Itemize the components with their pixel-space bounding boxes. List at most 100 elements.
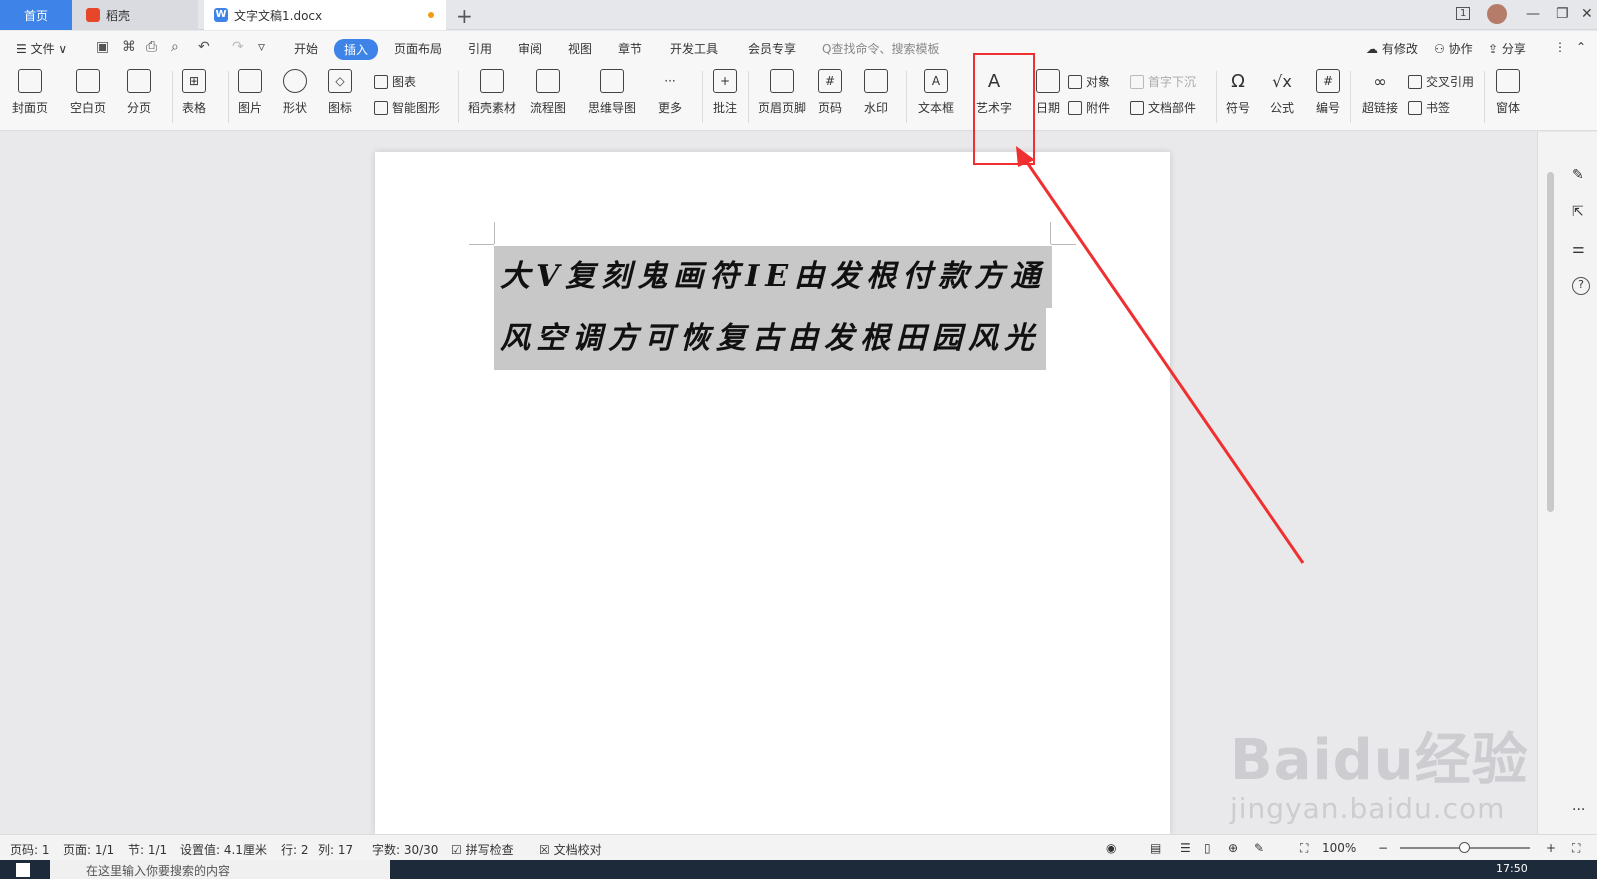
restore-button[interactable]: ❐	[1556, 6, 1569, 22]
eye-protection-icon[interactable]: ◉	[1106, 841, 1116, 855]
cross-reference-button[interactable]: 交叉引用	[1408, 73, 1474, 90]
print-preview-icon[interactable]: ⌕	[171, 39, 179, 55]
fit-page-icon[interactable]: ⛶	[1300, 841, 1308, 856]
shape-button[interactable]: 形状	[283, 69, 307, 116]
symbol-button[interactable]: Ω 符号	[1226, 69, 1250, 116]
header-footer-icon	[770, 69, 794, 93]
flowchart-button[interactable]: 流程图	[530, 69, 566, 116]
watermark-button[interactable]: 水印	[864, 69, 888, 116]
reading-view-icon[interactable]: ▯	[1204, 841, 1211, 855]
command-search-input[interactable]: Q查找命令、搜索模板	[822, 40, 939, 57]
daoke-material-button[interactable]: 稻壳素材	[468, 69, 516, 116]
zoom-out-icon[interactable]: −	[1378, 841, 1388, 855]
new-tab-button[interactable]: +	[456, 4, 473, 28]
share-button[interactable]: ⇪ 分享	[1488, 40, 1526, 57]
drop-cap-button[interactable]: 首字下沉	[1130, 73, 1196, 90]
header-footer-button[interactable]: 页眉页脚	[758, 69, 806, 116]
edit-pen-icon[interactable]: ✎	[1572, 167, 1590, 185]
status-page-number[interactable]: 页码: 1	[10, 841, 50, 858]
smart-shape-button[interactable]: 智能图形	[374, 99, 440, 116]
outline-view-icon[interactable]: ☰	[1180, 841, 1191, 855]
settings-sliders-icon[interactable]: ⚌	[1572, 241, 1590, 259]
numbering-button[interactable]: # 编号	[1316, 69, 1340, 116]
print-icon[interactable]: ⎙	[146, 39, 157, 55]
save-icon[interactable]: ▣	[96, 39, 109, 55]
text-box-button[interactable]: A 文本框	[918, 69, 954, 116]
document-page[interactable]: 大V复刻鬼画符IE由发根付款方通 风空调方可恢复古由发根田园风光	[375, 152, 1170, 834]
scrollbar-thumb[interactable]	[1547, 172, 1554, 512]
avatar[interactable]	[1487, 4, 1507, 24]
menu-view[interactable]: 视图	[568, 40, 592, 57]
formula-button[interactable]: √x 公式	[1270, 69, 1294, 116]
minimize-button[interactable]: —	[1526, 6, 1540, 22]
tab-home[interactable]: 首页	[0, 0, 72, 30]
more-dots-icon[interactable]: ···	[1572, 802, 1590, 820]
daoke-material-label: 稻壳素材	[468, 101, 517, 115]
blank-page-icon	[76, 69, 100, 93]
menu-reference[interactable]: 引用	[468, 40, 492, 57]
menu-page-layout[interactable]: 页面布局	[394, 40, 442, 57]
status-pages[interactable]: 页面: 1/1	[63, 841, 114, 858]
form-button[interactable]: 窗体	[1496, 69, 1520, 116]
object-button[interactable]: 对象	[1068, 73, 1110, 90]
attachment-button[interactable]: 附件	[1068, 99, 1110, 116]
blank-page-button[interactable]: 空白页	[70, 69, 106, 116]
bookmark-button[interactable]: 书签	[1408, 99, 1450, 116]
table-button[interactable]: ⊞ 表格	[182, 69, 206, 116]
date-button[interactable]: 日期	[1036, 69, 1060, 116]
page-indicator-icon[interactable]: 1	[1456, 7, 1471, 20]
web-view-icon[interactable]: ⊕	[1228, 841, 1238, 855]
tab-daoke[interactable]: 稻壳	[72, 0, 198, 30]
collapse-ribbon-icon[interactable]: ⌃	[1576, 40, 1586, 54]
page-view-icon[interactable]: ▤	[1150, 841, 1161, 855]
help-icon[interactable]: ?	[1572, 277, 1590, 295]
cover-page-button[interactable]: 封面页	[12, 69, 48, 116]
selected-art-text[interactable]: 大V复刻鬼画符IE由发根付款方通 风空调方可恢复古由发根田园风光	[494, 246, 1053, 370]
page-number-button[interactable]: # 页码	[818, 69, 842, 116]
select-cursor-icon[interactable]: ⇱	[1572, 204, 1590, 222]
status-setting[interactable]: 设置值: 4.1厘米	[180, 841, 267, 858]
customize-dropdown-icon[interactable]: ▿	[258, 39, 265, 55]
form-label: 窗体	[1496, 101, 1521, 115]
more-menu-icon[interactable]: ⋮	[1554, 40, 1566, 54]
write-view-icon[interactable]: ✎	[1254, 841, 1264, 855]
mindmap-button[interactable]: 思维导图	[588, 69, 636, 116]
menu-member[interactable]: 会员专享	[748, 40, 796, 57]
undo-icon[interactable]: ↶	[198, 39, 210, 55]
format-painter-icon[interactable]: ⌘	[122, 39, 136, 55]
close-button[interactable]: ✕	[1581, 6, 1593, 22]
zoom-slider-handle[interactable]	[1459, 842, 1470, 853]
status-word-count[interactable]: 字数: 30/30	[372, 841, 438, 858]
status-section[interactable]: 节: 1/1	[128, 841, 167, 858]
zoom-level[interactable]: 100%	[1322, 841, 1356, 855]
chart-button[interactable]: 图表	[374, 73, 416, 90]
taskbar-search-input[interactable]: 在这里输入你要搜索的内容	[50, 860, 390, 879]
modified-button[interactable]: ☁ 有修改	[1366, 40, 1418, 57]
tab-document[interactable]: W 文字文稿1.docx	[204, 0, 446, 30]
fullscreen-icon[interactable]: ⛶	[1572, 841, 1580, 856]
menu-chapter[interactable]: 章节	[618, 40, 642, 57]
page-break-button[interactable]: 分页	[127, 69, 151, 116]
windows-start-icon[interactable]	[16, 863, 30, 877]
redo-icon[interactable]: ↷	[232, 39, 244, 55]
hyperlink-button[interactable]: ∞ 超链接	[1362, 69, 1398, 116]
doc-parts-button[interactable]: 文档部件	[1130, 99, 1196, 116]
zoom-in-icon[interactable]: +	[1546, 841, 1556, 855]
collaborate-button[interactable]: ⚇ 协作	[1434, 40, 1473, 57]
spell-check-button[interactable]: ☑ 拼写检查	[451, 841, 514, 858]
file-menu[interactable]: ☰ 文件 ∨	[16, 40, 67, 57]
page-number-label: 页码	[818, 101, 843, 115]
icon-button[interactable]: ◇ 图标	[328, 69, 352, 116]
picture-button[interactable]: 图片	[238, 69, 262, 116]
menu-start[interactable]: 开始	[294, 40, 318, 57]
comment-button[interactable]: + 批注	[713, 69, 737, 116]
more-button[interactable]: ··· 更多	[658, 69, 682, 116]
menu-insert[interactable]: 插入	[334, 39, 379, 60]
menu-review[interactable]: 审阅	[518, 40, 542, 57]
status-column[interactable]: 列: 17	[318, 841, 353, 858]
more-dots-icon: ···	[664, 74, 676, 88]
vertical-scrollbar[interactable]	[1546, 142, 1554, 822]
menu-developer[interactable]: 开发工具	[670, 40, 718, 57]
status-row[interactable]: 行: 2	[281, 841, 309, 858]
proofread-button[interactable]: ☒ 文档校对	[539, 841, 602, 858]
